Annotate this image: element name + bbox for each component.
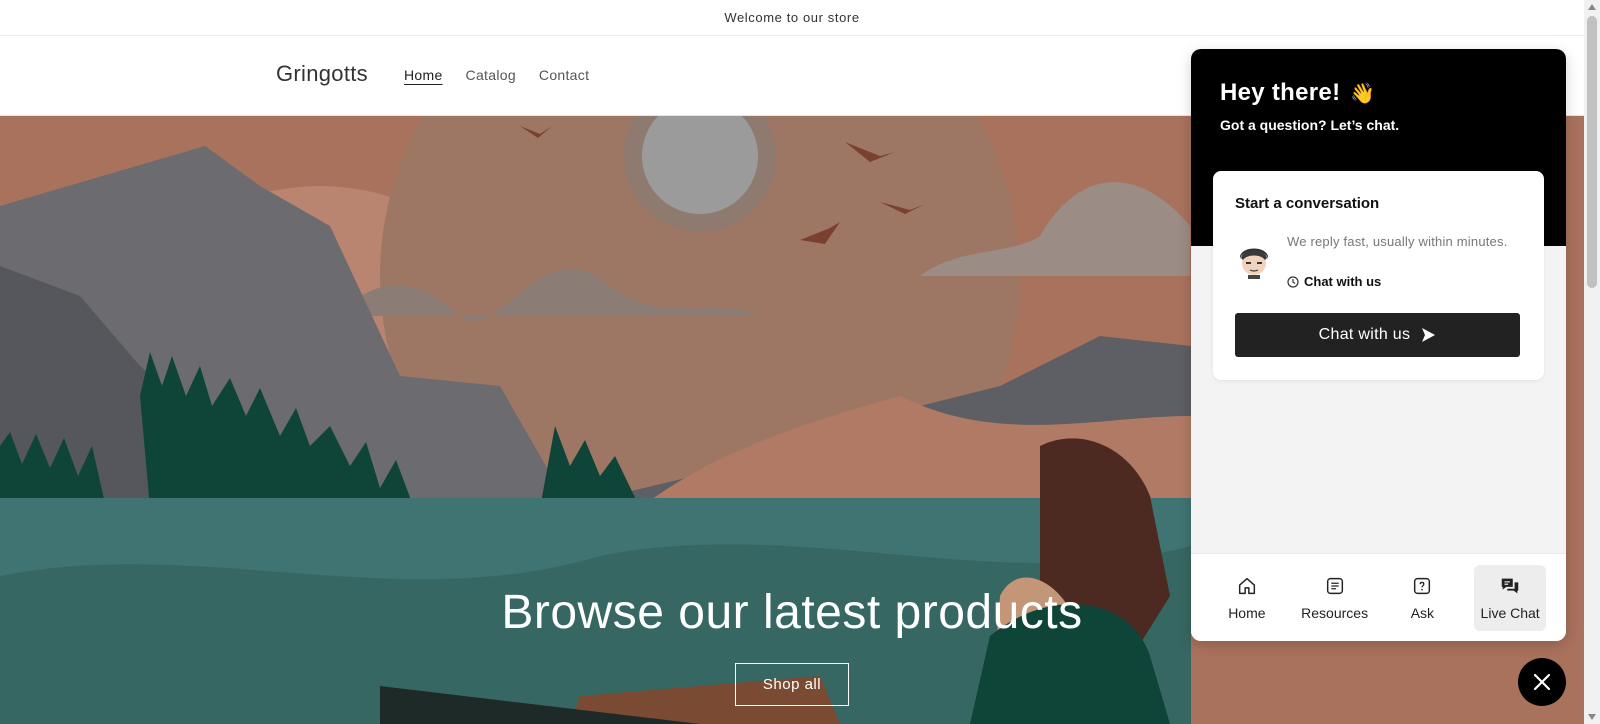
page-scrollbar[interactable] bbox=[1584, 0, 1600, 724]
nav-link-catalog[interactable]: Catalog bbox=[466, 67, 516, 83]
shop-all-button[interactable]: Shop all bbox=[735, 663, 849, 706]
start-conversation-card: Start a conversation We reply fast, usua… bbox=[1213, 171, 1544, 380]
announcement-bar: Welcome to our store bbox=[0, 0, 1584, 36]
chat-greeting-text: Hey there! bbox=[1220, 79, 1341, 106]
scroll-up-arrow-icon[interactable] bbox=[1588, 4, 1596, 10]
nav-link-home[interactable]: Home bbox=[404, 67, 443, 83]
send-arrow-icon bbox=[1422, 328, 1436, 342]
clock-icon bbox=[1287, 275, 1299, 288]
nav-link-contact[interactable]: Contact bbox=[539, 67, 589, 83]
store-logo[interactable]: Gringotts bbox=[276, 61, 368, 87]
reply-time-text: We reply fast, usually within minutes. bbox=[1287, 234, 1508, 249]
chat-tab-ask[interactable]: Ask bbox=[1386, 565, 1458, 631]
chat-bubbles-icon bbox=[1501, 578, 1519, 593]
chat-tab-resources-label: Resources bbox=[1301, 604, 1369, 621]
chat-greeting: Hey there! 👋 bbox=[1220, 79, 1376, 107]
chat-tab-home-label: Home bbox=[1228, 604, 1266, 621]
chat-subtitle: Got a question? Let’s chat. bbox=[1220, 117, 1400, 133]
chat-widget: Hey there! 👋 Got a question? Let’s chat.… bbox=[1191, 49, 1566, 641]
chat-link-label: Chat with us bbox=[1304, 274, 1382, 289]
chat-tab-live-chat-label: Live Chat bbox=[1480, 604, 1540, 621]
chat-with-us-link[interactable]: Chat with us bbox=[1287, 274, 1381, 289]
main-nav: Home Catalog Contact bbox=[404, 67, 612, 83]
announcement-text: Welcome to our store bbox=[724, 10, 860, 25]
chat-tab-live-chat[interactable]: Live Chat bbox=[1474, 564, 1547, 631]
chat-tab-ask-label: Ask bbox=[1410, 604, 1435, 621]
scroll-down-arrow-icon[interactable] bbox=[1588, 714, 1596, 720]
agent-avatar bbox=[1236, 243, 1272, 279]
scrollbar-thumb[interactable] bbox=[1587, 16, 1597, 288]
document-icon bbox=[1326, 577, 1343, 594]
conversation-card-title: Start a conversation bbox=[1235, 195, 1380, 212]
chat-tab-resources[interactable]: Resources bbox=[1299, 565, 1371, 631]
chat-tab-bar: Home Resources Ask Live Chat bbox=[1191, 553, 1566, 641]
waving-hand-icon: 👋 bbox=[1350, 82, 1376, 105]
chat-with-us-button[interactable]: Chat with us bbox=[1235, 313, 1520, 357]
question-icon bbox=[1414, 577, 1431, 594]
chat-button-label: Chat with us bbox=[1318, 326, 1411, 343]
home-icon bbox=[1238, 577, 1255, 594]
chat-tab-home[interactable]: Home bbox=[1211, 565, 1283, 631]
close-chat-button[interactable] bbox=[1518, 658, 1566, 706]
close-icon bbox=[1533, 673, 1551, 691]
